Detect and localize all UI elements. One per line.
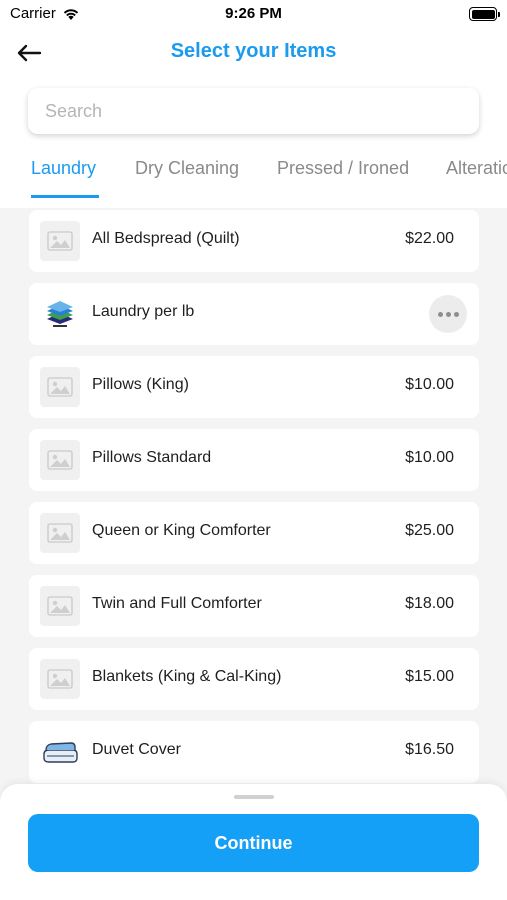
list-item[interactable]: Laundry per lb xyxy=(29,283,479,345)
status-time: 9:26 PM xyxy=(225,5,282,22)
item-thumbnail xyxy=(40,659,80,699)
item-name: Pillows (King) xyxy=(92,376,189,393)
item-thumbnail xyxy=(40,367,80,407)
list-item[interactable]: Blankets (King & Cal-King) $15.00 xyxy=(29,648,479,710)
item-price: $25.00 xyxy=(405,522,454,539)
item-thumbnail xyxy=(40,221,80,261)
sheet-drag-handle[interactable] xyxy=(234,795,274,799)
item-thumbnail xyxy=(40,294,80,334)
image-placeholder-icon xyxy=(47,377,73,397)
item-name: Queen or King Comforter xyxy=(92,522,271,539)
image-placeholder-icon xyxy=(47,523,73,543)
status-bar: Carrier 9:26 PM xyxy=(0,0,507,30)
item-thumbnail xyxy=(40,732,80,772)
active-tab-indicator xyxy=(31,195,99,198)
list-item[interactable]: Duvet Cover $16.50 xyxy=(29,721,479,783)
item-price: $10.00 xyxy=(405,449,454,466)
image-placeholder-icon xyxy=(47,450,73,470)
item-price: $18.00 xyxy=(405,595,454,612)
more-options-button[interactable] xyxy=(429,295,467,333)
header: Select your Items Laundry Dry Cleaning P… xyxy=(0,30,507,208)
image-placeholder-icon xyxy=(47,669,73,689)
item-name: All Bedspread (Quilt) xyxy=(92,230,240,247)
bottom-sheet: Continue xyxy=(0,784,507,900)
list-item[interactable]: Pillows (King) $10.00 xyxy=(29,356,479,418)
search-input[interactable] xyxy=(28,88,479,134)
item-name: Duvet Cover xyxy=(92,741,181,758)
image-placeholder-icon xyxy=(47,596,73,616)
folded-blanket-icon xyxy=(43,742,78,763)
tab-pressed-ironed[interactable]: Pressed / Ironed xyxy=(277,158,409,179)
item-thumbnail xyxy=(40,513,80,553)
list-item[interactable]: All Bedspread (Quilt) $22.00 xyxy=(29,210,479,272)
item-name: Blankets (King & Cal-King) xyxy=(92,668,282,685)
image-placeholder-icon xyxy=(47,231,73,251)
list-item[interactable]: Queen or King Comforter $25.00 xyxy=(29,502,479,564)
list-item[interactable]: Pillows Standard $10.00 xyxy=(29,429,479,491)
item-name: Laundry per lb xyxy=(92,303,195,320)
item-thumbnail xyxy=(40,586,80,626)
item-name: Pillows Standard xyxy=(92,449,212,466)
item-name: Twin and Full Comforter xyxy=(92,595,262,612)
item-price: $10.00 xyxy=(405,376,454,393)
clothes-stack-icon xyxy=(47,301,73,327)
item-thumbnail xyxy=(40,440,80,480)
item-price: $16.50 xyxy=(405,741,454,758)
battery-icon xyxy=(469,7,500,21)
page-title: Select your Items xyxy=(170,40,337,62)
tab-dry-cleaning[interactable]: Dry Cleaning xyxy=(135,158,239,179)
category-tabs: Laundry Dry Cleaning Pressed / Ironed Al… xyxy=(0,158,507,200)
list-item[interactable]: Twin and Full Comforter $18.00 xyxy=(29,575,479,637)
item-price: $15.00 xyxy=(405,668,454,685)
search-box xyxy=(28,88,479,134)
tab-alterations[interactable]: Alteratio xyxy=(446,158,507,179)
item-price: $22.00 xyxy=(405,230,454,247)
ellipsis-icon xyxy=(437,311,443,317)
continue-button[interactable]: Continue xyxy=(28,814,479,872)
tab-laundry[interactable]: Laundry xyxy=(31,158,96,179)
